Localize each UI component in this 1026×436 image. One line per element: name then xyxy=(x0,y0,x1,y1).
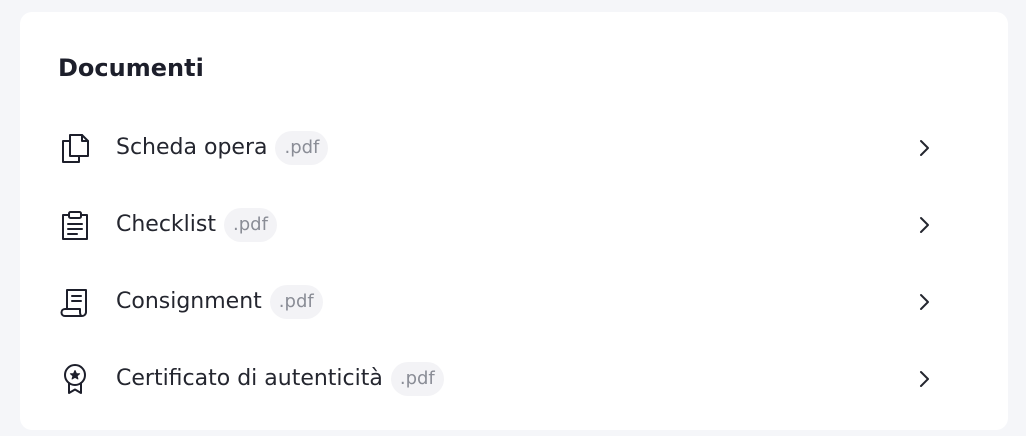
document-row-certificato[interactable]: Certificato di autenticità .pdf xyxy=(58,340,958,417)
chevron-right-icon[interactable] xyxy=(912,367,936,391)
file-extension-badge: .pdf xyxy=(269,284,323,319)
chevron-right-icon[interactable] xyxy=(912,136,936,160)
document-name: Scheda opera xyxy=(116,134,268,160)
document-row-scheda-opera[interactable]: Scheda opera .pdf xyxy=(58,109,958,186)
file-extension-badge: .pdf xyxy=(275,130,329,165)
award-badge-icon xyxy=(58,362,92,396)
documents-card: Documenti Scheda opera .pdf Checklist .p… xyxy=(20,12,1008,430)
chevron-right-icon[interactable] xyxy=(912,290,936,314)
receipt-scroll-icon xyxy=(58,285,92,319)
copy-document-icon xyxy=(58,131,92,165)
file-extension-badge: .pdf xyxy=(390,361,444,396)
card-title: Documenti xyxy=(58,54,204,82)
document-name: Consignment xyxy=(116,288,262,314)
document-row-consignment[interactable]: Consignment .pdf xyxy=(58,263,958,340)
document-name: Checklist xyxy=(116,211,216,237)
chevron-right-icon[interactable] xyxy=(912,213,936,237)
document-name: Certificato di autenticità xyxy=(116,365,383,391)
documents-list: Scheda opera .pdf Checklist .pdf Consign… xyxy=(58,109,958,417)
clipboard-list-icon xyxy=(58,208,92,242)
document-row-checklist[interactable]: Checklist .pdf xyxy=(58,186,958,263)
file-extension-badge: .pdf xyxy=(224,207,277,242)
